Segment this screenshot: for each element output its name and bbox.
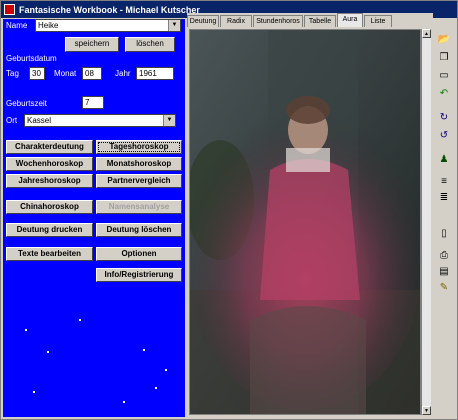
tab-stundenhoros[interactable]: Stundenhoros	[253, 15, 303, 27]
chevron-down-icon[interactable]: ▼	[163, 115, 175, 126]
chinahoroskop-button[interactable]: Chinahoroskop	[6, 200, 93, 214]
tab-aura[interactable]: Aura	[337, 13, 363, 27]
name-combobox[interactable]: Heike ▼	[35, 19, 181, 32]
star-dot	[33, 391, 35, 393]
print-interpretation-button[interactable]: Deutung drucken	[6, 223, 93, 237]
tageshoroskop-button[interactable]: Tageshoroskop	[96, 140, 182, 154]
monatshoroskop-button[interactable]: Monatshoroskop	[96, 157, 182, 171]
star-dot	[143, 349, 145, 351]
open-icon[interactable]: 📂	[436, 31, 452, 47]
birthtime-field[interactable]: 7	[82, 96, 104, 109]
name-label: Name	[6, 21, 28, 30]
day-label: Tag	[6, 69, 19, 78]
place-value: Kassel	[27, 116, 52, 125]
window-title: Fantasische Workbook - Michael Kutscher	[19, 4, 200, 15]
paint-icon[interactable]: ✎	[436, 279, 452, 295]
undo-icon[interactable]: ↶	[436, 85, 452, 101]
month-label: Monat	[54, 69, 77, 78]
scroll-up-icon[interactable]: ▲	[422, 29, 431, 38]
person-icon[interactable]: ♟	[436, 151, 452, 167]
jahreshoroskop-button[interactable]: Jahreshoroskop	[6, 174, 93, 188]
tab-radix[interactable]: Radix	[220, 15, 252, 27]
star-dot	[25, 329, 27, 331]
aura-image	[190, 30, 420, 414]
charakterdeutung-button[interactable]: Charakterdeutung	[6, 140, 93, 154]
tab-strip: Deutung Radix Stundenhoros Tabelle Aura …	[187, 13, 433, 27]
reload-icon[interactable]: ↺	[436, 127, 452, 143]
app-window: Fantasische Workbook - Michael Kutscher …	[0, 0, 458, 420]
aura-photo	[189, 29, 421, 415]
app-icon	[4, 4, 15, 15]
info-registration-button[interactable]: Info/Registrierung	[96, 268, 182, 282]
year-field[interactable]: 1961	[136, 67, 174, 80]
document-icon[interactable]: ▤	[436, 263, 452, 279]
star-dot	[123, 401, 125, 403]
place-label: Ort	[6, 116, 18, 125]
input-panel: Name Heike ▼ speichern löschen Geburtsda…	[3, 19, 185, 417]
star-dot	[155, 387, 157, 389]
scroll-down-icon[interactable]: ▼	[422, 406, 431, 415]
namensanalyse-button[interactable]: Namensanalyse	[96, 200, 182, 214]
birthdate-label: Geburtsdatum	[6, 54, 57, 63]
save-button[interactable]: speichern	[65, 37, 119, 52]
star-dot	[79, 319, 81, 321]
delete-button[interactable]: löschen	[125, 37, 175, 52]
delete-interpretation-button[interactable]: Deutung löschen	[96, 223, 182, 237]
year-label: Jahr	[115, 69, 131, 78]
tab-tabelle[interactable]: Tabelle	[304, 15, 336, 27]
align-top-icon[interactable]: ≡	[436, 173, 452, 189]
wochenhoroskop-button[interactable]: Wochenhoroskop	[6, 157, 93, 171]
printer-icon[interactable]: ⎙	[436, 247, 452, 263]
star-dot	[47, 351, 49, 353]
vertical-scrollbar[interactable]: ▲ ▼	[421, 29, 431, 415]
copy-icon[interactable]: ❐	[436, 49, 452, 65]
star-dot	[165, 369, 167, 371]
day-field[interactable]: 30	[29, 67, 45, 80]
columns-icon[interactable]: ▯	[436, 225, 452, 241]
refresh-icon[interactable]: ↻	[436, 109, 452, 125]
tool-strip: 📂 ❐ ▭ ↶ ↻ ↺ ♟ ≡ ≣ ▯ ⎙ ▤ ✎	[433, 29, 455, 419]
align-bottom-icon[interactable]: ≣	[436, 189, 452, 205]
print-preview-icon[interactable]: ▭	[436, 67, 452, 83]
chevron-down-icon[interactable]: ▼	[168, 20, 180, 31]
name-value: Heike	[38, 21, 59, 30]
tab-liste[interactable]: Liste	[364, 15, 392, 27]
options-button[interactable]: Optionen	[96, 247, 182, 261]
edit-texts-button[interactable]: Texte bearbeiten	[6, 247, 93, 261]
partnervergleich-button[interactable]: Partnervergleich	[96, 174, 182, 188]
birthtime-label: Geburtszeit	[6, 99, 47, 108]
tab-deutung[interactable]: Deutung	[187, 15, 219, 27]
place-combobox[interactable]: Kassel ▼	[24, 114, 176, 127]
month-field[interactable]: 08	[82, 67, 102, 80]
output-panel: Deutung Radix Stundenhoros Tabelle Aura …	[187, 13, 433, 417]
